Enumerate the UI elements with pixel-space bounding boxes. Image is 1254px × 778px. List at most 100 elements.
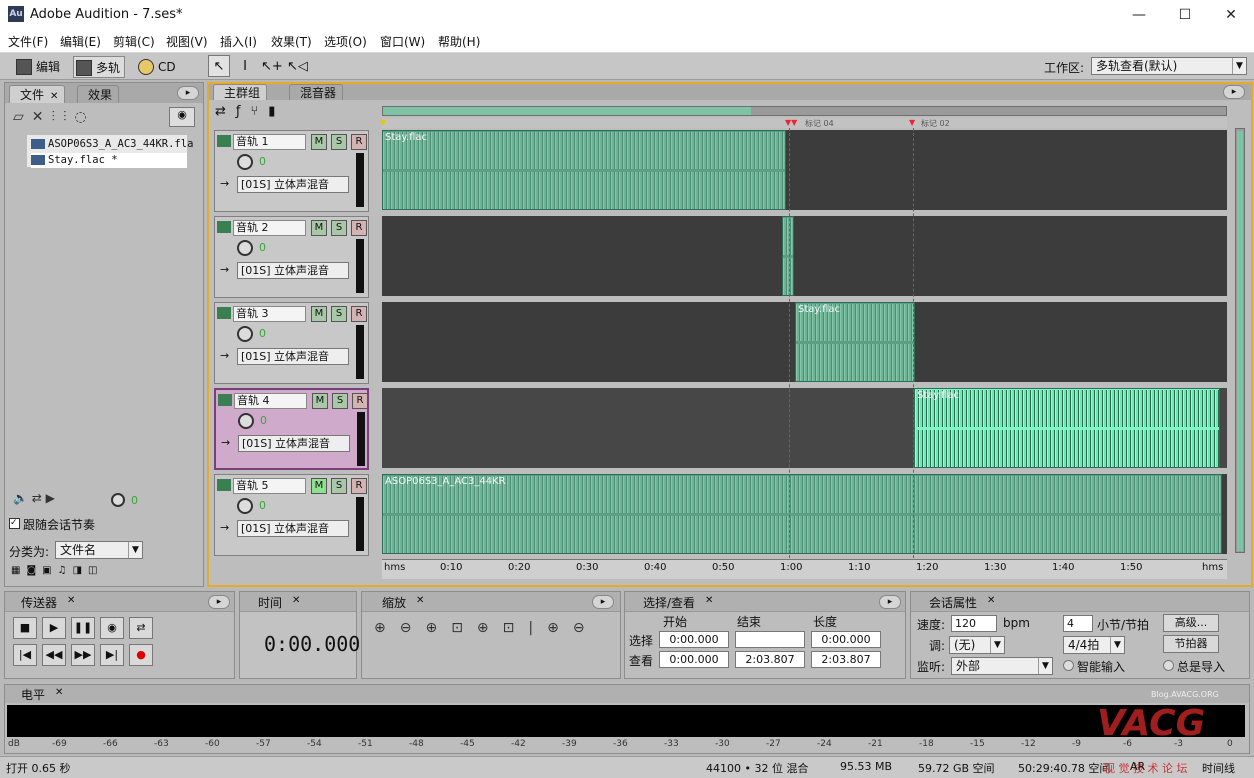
audio-clip[interactable]: Stay.flac xyxy=(795,302,915,382)
record-arm-button[interactable]: R xyxy=(352,393,368,409)
overview-scrollbar[interactable] xyxy=(382,106,1227,116)
tab-files[interactable]: 文件 ✕ xyxy=(9,85,66,103)
panel-menu-icon[interactable]: ▸ xyxy=(592,595,614,609)
close-button[interactable]: ✕ xyxy=(1208,0,1254,30)
track-lane[interactable] xyxy=(382,216,1227,298)
maximize-button[interactable]: ☐ xyxy=(1162,0,1208,30)
solo-button[interactable]: S xyxy=(331,478,347,494)
close-icon[interactable]: ✕ xyxy=(705,595,713,606)
close-icon[interactable]: ✕ xyxy=(292,595,300,606)
go-to-start-button[interactable]: |◀ xyxy=(13,644,37,666)
output-bus-select[interactable]: [01S] 立体声混音 xyxy=(238,435,350,452)
track-lane[interactable]: Stay.flac xyxy=(382,302,1227,384)
record-arm-button[interactable]: R xyxy=(351,478,367,494)
workspace-select[interactable]: 多轨查看(默认) ▼ xyxy=(1091,57,1247,75)
track-lane[interactable]: ASOP06S3_A_AC3_44KR xyxy=(382,474,1227,556)
volume-knob[interactable] xyxy=(237,240,253,256)
minimize-button[interactable]: — xyxy=(1116,0,1162,30)
audio-clip[interactable]: ASOP06S3_A_AC3_44KR xyxy=(382,474,1222,554)
output-bus-select[interactable]: [01S] 立体声混音 xyxy=(237,348,349,365)
track-header[interactable]: 音轨 2 M S R 0 → [01S] 立体声混音 xyxy=(214,216,369,298)
edit-view-button[interactable]: 编辑 xyxy=(14,56,60,78)
selection-end-field[interactable] xyxy=(735,631,805,648)
go-to-end-button[interactable]: ▶| xyxy=(100,644,124,666)
menu-edit[interactable]: 编辑(E) xyxy=(60,33,101,50)
list-item[interactable]: ASOP06S3_A_AC3_44KR.fla xyxy=(31,137,193,152)
close-icon[interactable]: ✕ xyxy=(987,595,995,606)
solo-button[interactable]: S xyxy=(331,134,347,150)
volume-knob[interactable] xyxy=(238,413,254,429)
mute-button[interactable]: M xyxy=(312,393,328,409)
track-header-selected[interactable]: 音轨 4 M S R 0 → [01S] 立体声混音 xyxy=(214,388,369,470)
preview-controls[interactable]: 🔈 ⇄ ▶ xyxy=(13,491,55,505)
audio-clip[interactable]: Stay.flac xyxy=(382,130,786,210)
monitor-select[interactable]: 外部 ▼ xyxy=(951,657,1053,675)
volume-knob[interactable] xyxy=(237,326,253,342)
audio-clip[interactable] xyxy=(782,216,794,296)
menu-options[interactable]: 选项(O) xyxy=(324,33,367,50)
smart-input-radio[interactable] xyxy=(1063,660,1074,671)
mute-button[interactable]: M xyxy=(311,478,327,494)
solo-button[interactable]: S xyxy=(332,393,348,409)
track-header[interactable]: 音轨 5 M S R 0 → [01S] 立体声混音 xyxy=(214,474,369,556)
track-name-field[interactable]: 音轨 5 xyxy=(233,478,306,494)
menu-effects[interactable]: 效果(T) xyxy=(271,33,312,50)
mute-button[interactable]: M xyxy=(311,220,327,236)
output-bus-select[interactable]: [01S] 立体声混音 xyxy=(237,520,349,537)
play-from-cursor-button[interactable]: ◉ xyxy=(100,617,124,639)
selection-start-field[interactable]: 0:00.000 xyxy=(659,631,729,648)
file-actions-toolbar[interactable]: ▱✕⫶⫶◌ xyxy=(13,109,143,127)
marker-icon[interactable]: ▼▼ xyxy=(785,118,797,127)
view-length-field[interactable]: 2:03.807 xyxy=(811,651,881,668)
marker-icon[interactable]: ▼ xyxy=(909,118,915,127)
tab-effects[interactable]: 效果 xyxy=(77,85,120,103)
track-lane[interactable]: Stay.flac xyxy=(382,388,1227,470)
menu-help[interactable]: 帮助(H) xyxy=(438,33,480,50)
sort-select[interactable]: 文件名 ▼ xyxy=(55,541,143,559)
menu-insert[interactable]: 插入(I) xyxy=(220,33,257,50)
solo-button[interactable]: S xyxy=(331,306,347,322)
close-icon[interactable]: ✕ xyxy=(416,595,424,606)
time-select-tool-icon[interactable]: Ⅰ xyxy=(234,55,256,77)
vertical-scrollbar[interactable] xyxy=(1235,128,1245,553)
track-header[interactable]: 音轨 3 M S R 0 → [01S] 立体声混音 xyxy=(214,302,369,384)
selection-length-field[interactable]: 0:00.000 xyxy=(811,631,881,648)
scrub-tool-icon[interactable]: ↖◁ xyxy=(286,55,308,77)
key-select[interactable]: (无) ▼ xyxy=(949,636,1005,654)
audio-clip-selected[interactable]: Stay.flac xyxy=(914,388,1220,468)
output-bus-select[interactable]: [01S] 立体声混音 xyxy=(237,176,349,193)
track-name-field[interactable]: 音轨 4 xyxy=(234,393,307,409)
tab-mixer[interactable]: 混音器 xyxy=(289,84,344,100)
track-lane[interactable]: Stay.flac xyxy=(382,130,1227,212)
menu-window[interactable]: 窗口(W) xyxy=(380,33,425,50)
track-name-field[interactable]: 音轨 3 xyxy=(233,306,306,322)
record-arm-button[interactable]: R xyxy=(351,220,367,236)
panel-menu-icon[interactable]: ▸ xyxy=(1223,85,1245,99)
track-header-toolbar[interactable]: ⇄ƒ⑂▮ xyxy=(215,104,315,124)
panel-menu-icon[interactable]: ▸ xyxy=(177,86,199,100)
beats-per-bar-field[interactable]: 4 xyxy=(1063,615,1093,632)
tempo-field[interactable]: 120 xyxy=(951,615,997,632)
loop-button[interactable]: ⇄ xyxy=(129,617,153,639)
hybrid-tool-icon[interactable]: ↖+ xyxy=(260,55,283,77)
close-icon[interactable]: ✕ xyxy=(67,595,75,606)
view-start-field[interactable]: 0:00.000 xyxy=(659,651,729,668)
rewind-button[interactable]: ◀◀ xyxy=(42,644,66,666)
move-tool-icon[interactable]: ↖ xyxy=(208,55,230,77)
output-bus-select[interactable]: [01S] 立体声混音 xyxy=(237,262,349,279)
preview-volume-knob[interactable] xyxy=(111,493,125,507)
record-button[interactable]: ● xyxy=(129,644,153,666)
cd-view-button[interactable]: CD xyxy=(136,56,176,78)
mute-button[interactable]: M xyxy=(311,306,327,322)
menu-view[interactable]: 视图(V) xyxy=(166,33,208,50)
file-view-icon[interactable]: ◉ xyxy=(169,107,195,127)
volume-knob[interactable] xyxy=(237,154,253,170)
always-input-radio[interactable] xyxy=(1163,660,1174,671)
play-button[interactable]: ▶ xyxy=(42,617,66,639)
multitrack-view-button[interactable]: 多轨 xyxy=(73,56,126,78)
solo-button[interactable]: S xyxy=(331,220,347,236)
track-header[interactable]: 音轨 1 M S R 0 → [01S] 立体声混音 xyxy=(214,130,369,212)
tab-main-group[interactable]: 主群组 xyxy=(213,84,268,100)
view-end-field[interactable]: 2:03.807 xyxy=(735,651,805,668)
volume-knob[interactable] xyxy=(237,498,253,514)
